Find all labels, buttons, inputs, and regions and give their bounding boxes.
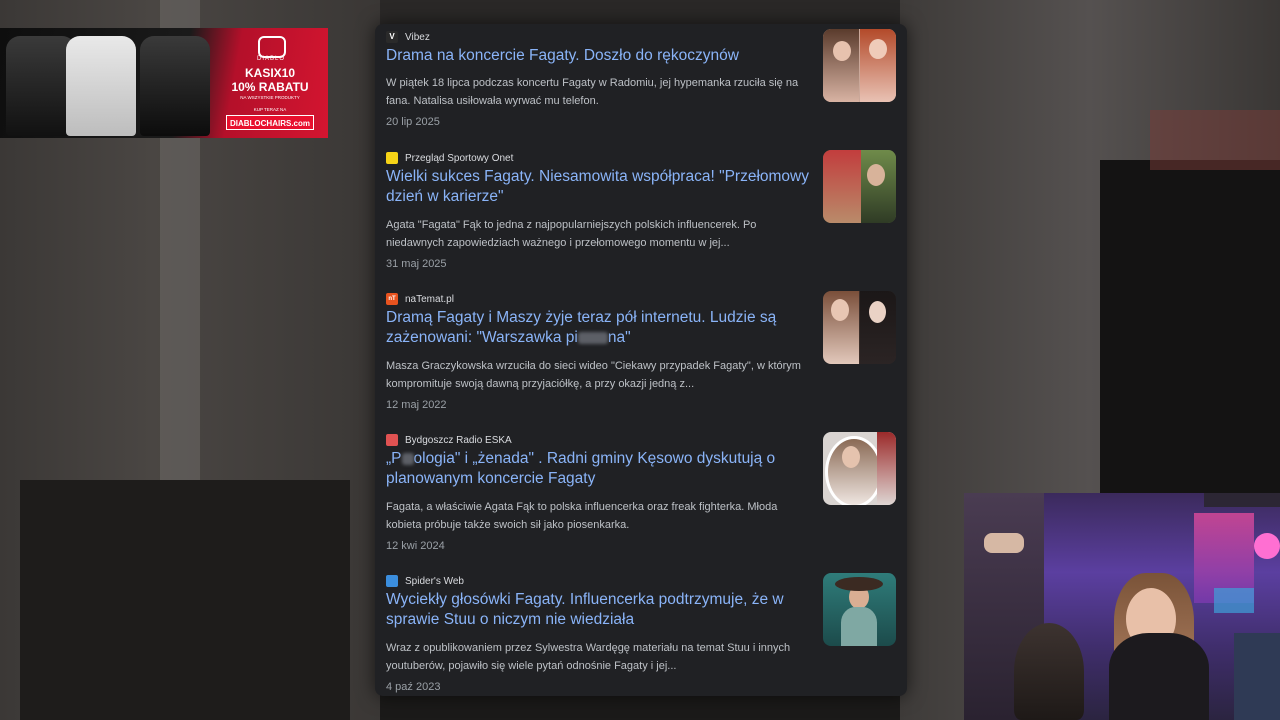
vibez-favicon-icon: V xyxy=(386,31,398,43)
result-date: 20 lip 2025 xyxy=(386,116,440,128)
przeglad-sportowy-favicon-icon xyxy=(386,152,398,164)
censored-text xyxy=(401,452,414,465)
webcam-overlay xyxy=(964,493,1280,720)
two-women-photo-icon[interactable] xyxy=(823,291,896,364)
result-date: 12 kwi 2024 xyxy=(386,540,445,552)
result-title-link[interactable]: Wielki sukces Fagaty. Niesamowita współp… xyxy=(386,167,811,207)
ad-discount-code: KASIX10 xyxy=(244,66,296,80)
two-women-photo-icon[interactable] xyxy=(823,29,896,102)
result-title-link[interactable]: Drama na koncercie Fagaty. Doszło do ręk… xyxy=(386,46,811,66)
source-name: Spider's Web xyxy=(405,575,464,587)
woman-poolside-photo-icon[interactable] xyxy=(823,573,896,646)
ad-discount-text: 10% RABATU xyxy=(231,80,309,94)
woman-portrait-photo-icon[interactable] xyxy=(823,432,896,505)
brand-logo-icon xyxy=(258,36,286,58)
result-snippet: Wraz z opublikowaniem przez Sylwestra Wa… xyxy=(386,642,791,672)
result-source[interactable]: V Vibez xyxy=(386,30,430,44)
censored-text xyxy=(577,331,608,344)
result-source[interactable]: Bydgoszcz Radio ESKA xyxy=(386,433,512,447)
news-results-panel: V Vibez Drama na koncercie Fagaty. Doszł… xyxy=(375,24,907,696)
background-shelf xyxy=(20,480,350,720)
result-source[interactable]: nT naTemat.pl xyxy=(386,292,454,306)
ad-url[interactable]: DIABLOCHAIRS.com xyxy=(226,115,314,130)
result-title-link[interactable]: „P ologia" i „żenada" . Radni gminy Kęsow… xyxy=(386,449,811,489)
background-dark-object xyxy=(1100,160,1280,500)
ad-subtext: NA WSZYSTKIE PRODUKTY xyxy=(240,95,300,100)
radio-eska-favicon-icon xyxy=(386,434,398,446)
source-name: Przegląd Sportowy Onet xyxy=(405,152,514,164)
result-snippet: W piątek 18 lipca podczas koncertu Fagat… xyxy=(386,77,799,107)
title-text: na" xyxy=(607,329,631,346)
result-source[interactable]: Spider's Web xyxy=(386,574,464,588)
background-red-object xyxy=(1150,110,1280,170)
result-title-link[interactable]: Dramą Fagaty i Maszy żyje teraz pół inte… xyxy=(386,308,811,348)
result-snippet: Agata "Fagata" Fąk to jedna z najpopular… xyxy=(386,219,757,249)
result-title-link[interactable]: Wyciekły głosówki Fagaty. Influencerka p… xyxy=(386,590,811,630)
title-text: „P xyxy=(386,450,402,467)
spiders-web-favicon-icon xyxy=(386,575,398,587)
source-name: Bydgoszcz Radio ESKA xyxy=(405,434,512,446)
sponsor-ad-banner[interactable]: DIABLO KASIX10 10% RABATU NA WSZYSTKIE P… xyxy=(0,28,328,138)
result-snippet: Masza Graczykowska wrzuciła do sieci wid… xyxy=(386,360,801,390)
source-name: Vibez xyxy=(405,31,430,43)
ad-cta: KUP TERAZ NA xyxy=(253,107,287,112)
title-text: ologia" i „żenada" . Radni gminy Kęsowo … xyxy=(386,450,776,487)
result-date: 4 paź 2023 xyxy=(386,681,441,693)
gaming-chair-image xyxy=(140,36,210,136)
result-date: 31 maj 2025 xyxy=(386,258,447,270)
result-date: 12 maj 2022 xyxy=(386,399,447,411)
natemat-favicon-icon: nT xyxy=(386,293,398,305)
ad-brand: DIABLO xyxy=(256,56,285,62)
source-name: naTemat.pl xyxy=(405,293,454,305)
result-source[interactable]: Przegląd Sportowy Onet xyxy=(386,151,513,165)
result-snippet: Fagata, a właściwie Agata Fąk to polska … xyxy=(386,501,778,531)
gaming-chair-image xyxy=(66,36,136,136)
collage-photo-icon[interactable] xyxy=(823,150,896,223)
